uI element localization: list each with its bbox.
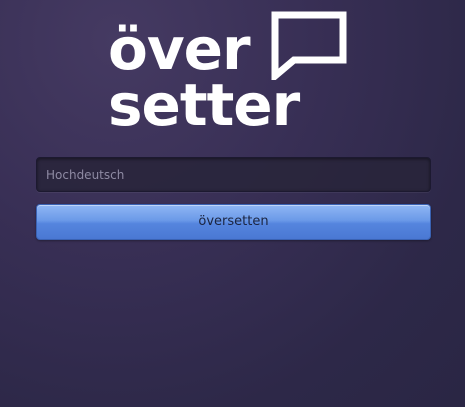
source-text-input[interactable] <box>36 157 431 192</box>
source-text-field-wrapper <box>36 157 431 192</box>
speech-bubble-icon <box>271 11 347 80</box>
app-logo: över setter <box>108 10 358 140</box>
logo-word-line1: över <box>108 15 251 83</box>
logo-word-line2: setter <box>108 71 300 139</box>
translate-button[interactable]: översetten <box>36 204 431 240</box>
